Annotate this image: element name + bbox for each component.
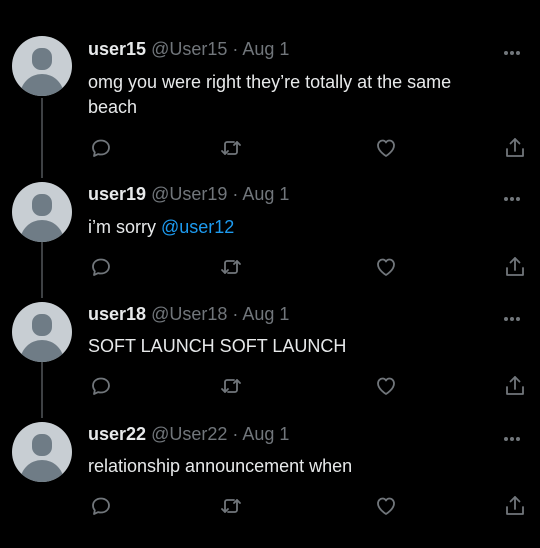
display-name[interactable]: user19 <box>88 184 146 204</box>
like-icon[interactable] <box>374 494 398 518</box>
tweet-text-content: omg you were right they’re totally at th… <box>88 72 452 117</box>
user-handle[interactable]: @User22 <box>151 424 227 444</box>
tweet-actions <box>0 494 540 520</box>
reply-icon[interactable] <box>89 136 113 160</box>
reply-icon[interactable] <box>89 374 113 398</box>
tweet-text-content: SOFT LAUNCH SOFT LAUNCH <box>88 336 347 356</box>
tweet-header: user22 @User22 · Aug 1 <box>88 423 289 445</box>
like-icon[interactable] <box>374 255 398 279</box>
user-handle[interactable]: @User19 <box>151 184 227 204</box>
separator: · <box>227 184 243 204</box>
user-handle[interactable]: @User18 <box>151 304 227 324</box>
retweet-icon[interactable] <box>219 494 243 518</box>
display-name[interactable]: user15 <box>88 39 146 59</box>
like-icon[interactable] <box>374 374 398 398</box>
tweet-actions <box>0 255 540 281</box>
tweet-date[interactable]: Aug 1 <box>242 184 289 204</box>
reply-icon[interactable] <box>89 494 113 518</box>
avatar[interactable] <box>12 422 72 482</box>
display-name[interactable]: user22 <box>88 424 146 444</box>
tweet-date[interactable]: Aug 1 <box>242 304 289 324</box>
tweet-date[interactable]: Aug 1 <box>242 39 289 59</box>
retweet-icon[interactable] <box>219 374 243 398</box>
avatar[interactable] <box>12 302 72 362</box>
like-icon[interactable] <box>374 136 398 160</box>
retweet-icon[interactable] <box>219 136 243 160</box>
avatar[interactable] <box>12 182 72 242</box>
separator: · <box>227 424 243 444</box>
tweet-actions <box>0 374 540 400</box>
tweet-actions <box>0 136 540 162</box>
user-handle[interactable]: @User15 <box>151 39 227 59</box>
tweet-header: user19 @User19 · Aug 1 <box>88 183 289 205</box>
retweet-icon[interactable] <box>219 255 243 279</box>
avatar[interactable] <box>12 36 72 96</box>
tweet-text: relationship announcement when <box>88 454 498 479</box>
more-icon[interactable] <box>504 428 524 441</box>
share-icon[interactable] <box>503 255 527 279</box>
tweet[interactable]: user22 @User22 · Aug 1 relationship anno… <box>0 0 540 515</box>
display-name[interactable]: user18 <box>88 304 146 324</box>
share-icon[interactable] <box>503 136 527 160</box>
tweet-header: user18 @User18 · Aug 1 <box>88 303 289 325</box>
tweet-text: omg you were right they’re totally at th… <box>88 70 498 120</box>
share-icon[interactable] <box>503 374 527 398</box>
tweet-text-content: relationship announcement when <box>88 456 353 476</box>
tweet[interactable]: user15 @User15 · Aug 1 omg you were righ… <box>0 0 540 170</box>
tweet-text-content: i’m sorry <box>88 217 161 237</box>
more-icon[interactable] <box>504 308 524 321</box>
mention-link[interactable]: @user12 <box>161 217 234 237</box>
reply-icon[interactable] <box>89 255 113 279</box>
more-icon[interactable] <box>504 188 524 201</box>
tweet-text: i’m sorry @user12 <box>88 215 498 240</box>
separator: · <box>227 39 243 59</box>
tweet-text: SOFT LAUNCH SOFT LAUNCH <box>88 334 498 359</box>
share-icon[interactable] <box>503 494 527 518</box>
separator: · <box>227 304 243 324</box>
tweet-date[interactable]: Aug 1 <box>242 424 289 444</box>
tweet-header: user15 @User15 · Aug 1 <box>88 38 289 60</box>
more-icon[interactable] <box>504 42 524 55</box>
